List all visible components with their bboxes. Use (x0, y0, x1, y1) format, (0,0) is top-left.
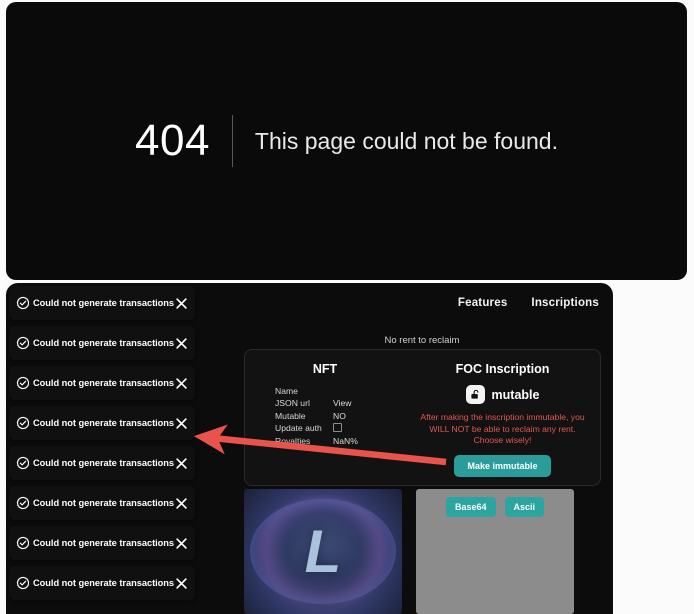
close-icon[interactable] (174, 496, 189, 511)
table-row: JSON url View (275, 397, 405, 409)
toast-message: Could not generate transactions (33, 298, 175, 308)
toast-message: Could not generate transactions (33, 378, 175, 388)
not-found-row: 404 This page could not be found. (135, 115, 558, 167)
toast-notification: Could not generate transactions (9, 366, 195, 400)
chip-ascii[interactable]: Ascii (504, 497, 545, 517)
nft-value-update-auth (333, 422, 342, 434)
close-icon[interactable] (174, 576, 189, 591)
not-found-code: 404 (135, 116, 210, 165)
rent-status-text: No rent to reclaim (384, 335, 460, 346)
copy-icon[interactable] (333, 423, 342, 433)
nft-value-json-url-link[interactable]: View (333, 397, 351, 409)
toast-notification: Could not generate transactions (9, 446, 195, 480)
nft-key-royalties: Royalties (275, 435, 311, 446)
not-found-message: This page could not be found. (254, 128, 558, 154)
mutability-label: mutable (491, 387, 540, 402)
toast-notification: Could not generate transactions (9, 326, 195, 360)
close-icon[interactable] (174, 536, 189, 551)
check-circle-icon (16, 496, 30, 510)
immutable-warning-text: After making the inscription immutable, … (420, 412, 585, 445)
toast-message: Could not generate transactions (33, 418, 175, 428)
check-circle-icon (16, 376, 30, 390)
nft-key-json-url: JSON url (275, 398, 310, 409)
nft-key-name: Name (275, 386, 298, 396)
table-row: Update auth (275, 422, 405, 434)
chip-base64[interactable]: Base64 (445, 497, 496, 517)
close-icon[interactable] (174, 336, 189, 351)
nft-artwork-image: L (244, 489, 402, 614)
check-circle-icon (16, 536, 30, 550)
toast-notification: Could not generate transactions (9, 486, 195, 520)
not-found-panel: 404 This page could not be found. (6, 2, 687, 280)
nft-title: NFT (312, 362, 338, 376)
table-row: Mutable NO (275, 410, 405, 422)
unlocked-padlock-icon (465, 385, 485, 404)
inscription-info-card: NFT Name JSON url View Mutable NO Update… (244, 349, 601, 486)
toast-message: Could not generate transactions (33, 458, 175, 468)
close-icon[interactable] (174, 456, 189, 471)
nav-link-inscriptions[interactable]: Inscriptions (531, 297, 599, 309)
app-navbar: Features Inscriptions (458, 297, 599, 309)
nav-link-features[interactable]: Features (458, 297, 508, 309)
foc-inscription-column: FOC Inscription mutable After making the… (405, 350, 600, 485)
toast-notification: Could not generate transactions (9, 286, 195, 320)
nft-key-mutable: Mutable (275, 410, 306, 421)
table-row: Royalties NaN% (275, 435, 405, 447)
check-circle-icon (16, 576, 30, 590)
media-row: L Base64 Ascii (244, 489, 599, 614)
mutability-status: mutable (405, 385, 600, 404)
check-circle-icon (16, 416, 30, 430)
not-found-content: 404 This page could not be found. (6, 2, 687, 280)
toast-notification: Could not generate transactions (9, 406, 195, 440)
check-circle-icon (16, 296, 30, 310)
close-icon[interactable] (174, 296, 189, 311)
artwork-letter: L (304, 518, 342, 585)
close-icon[interactable] (174, 416, 189, 431)
toast-stack: Could not generate transactions Could not… (6, 283, 198, 614)
toast-notification: Could not generate transactions (9, 566, 195, 600)
make-immutable-button[interactable]: Make immutable (454, 454, 551, 477)
inscription-data-panel: Base64 Ascii (416, 489, 574, 614)
nft-column: NFT Name JSON url View Mutable NO Update… (245, 350, 405, 485)
check-circle-icon (16, 456, 30, 470)
toast-message: Could not generate transactions (33, 338, 175, 348)
nft-properties-table: Name JSON url View Mutable NO Update aut… (275, 385, 405, 447)
check-circle-icon (16, 336, 30, 350)
nft-key-update-auth: Update auth (275, 423, 322, 434)
screenshot-root: 404 This page could not be found. Featur… (0, 0, 694, 614)
toast-message: Could not generate transactions (33, 578, 175, 588)
foc-title: FOC Inscription (455, 362, 550, 376)
toast-message: Could not generate transactions (33, 498, 175, 508)
table-row: Name (275, 385, 405, 397)
toast-notification: Could not generate transactions (9, 526, 195, 560)
toast-message: Could not generate transactions (33, 538, 175, 548)
nft-value-royalties: NaN% (333, 435, 358, 446)
close-icon[interactable] (174, 376, 189, 391)
nft-value-mutable: NO (333, 410, 346, 421)
